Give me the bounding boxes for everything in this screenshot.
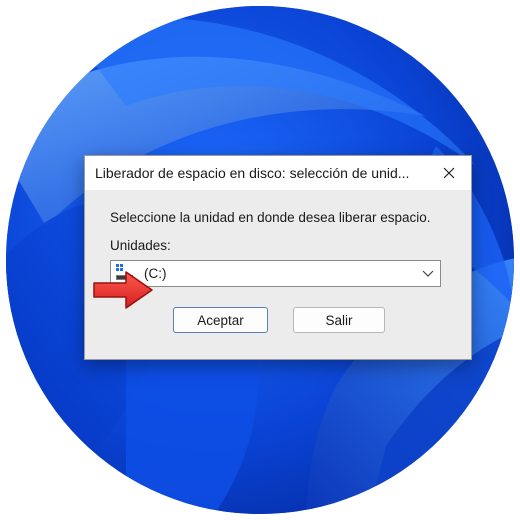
close-button[interactable] (431, 159, 467, 187)
screenshot-stage: Liberador de espacio en disco: selección… (0, 0, 520, 520)
dialog-titlebar[interactable]: Liberador de espacio en disco: selección… (85, 156, 471, 190)
disk-cleanup-drive-selection-dialog: Liberador de espacio en disco: selección… (84, 155, 472, 360)
accept-button[interactable]: Aceptar (173, 307, 268, 333)
close-icon (443, 167, 455, 179)
dialog-title: Liberador de espacio en disco: selección… (95, 165, 410, 181)
red-arrow-icon (93, 271, 153, 309)
instruction-text: Seleccione la unidad en donde desea libe… (110, 210, 431, 225)
chevron-down-icon (422, 270, 434, 277)
exit-button[interactable]: Salir (293, 307, 385, 333)
drive-dropdown[interactable]: (C:) (110, 260, 441, 287)
drives-label: Unidades: (110, 238, 171, 253)
